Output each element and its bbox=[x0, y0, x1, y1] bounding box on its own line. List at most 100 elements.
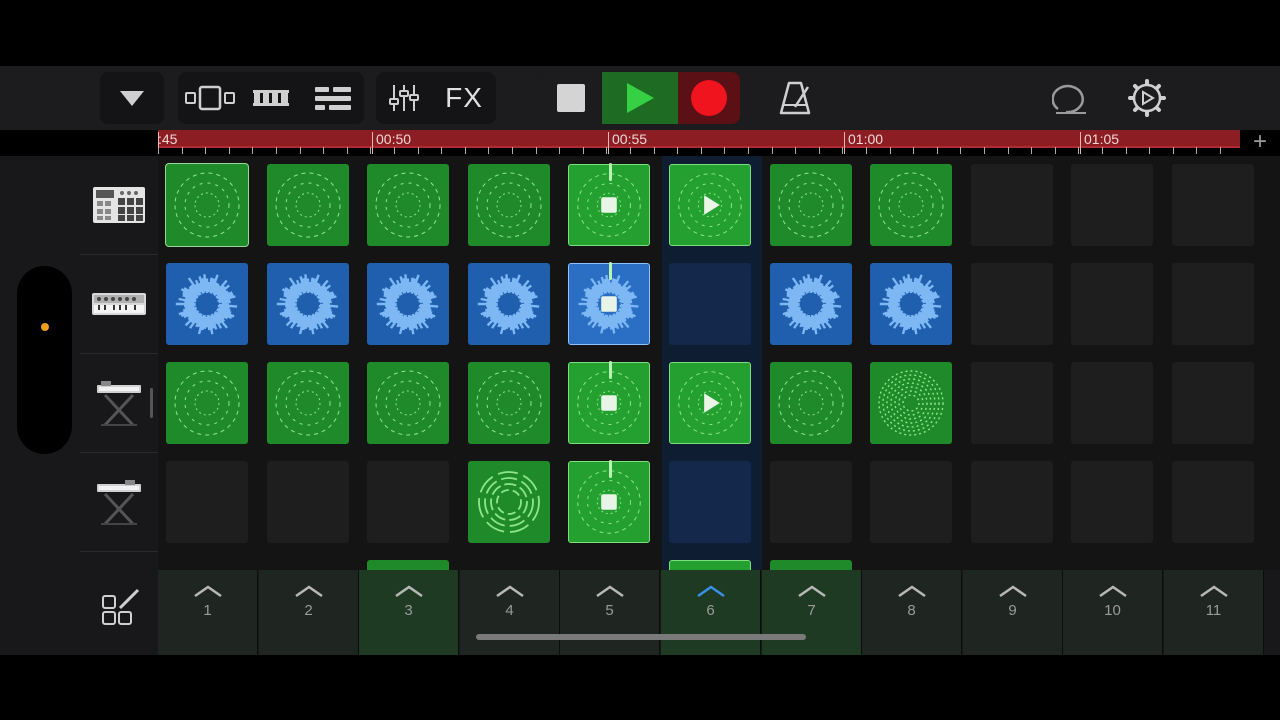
ruler-minor-tick bbox=[583, 147, 584, 154]
loop-cell[interactable] bbox=[870, 164, 952, 246]
empty-cell[interactable] bbox=[1172, 461, 1254, 543]
drum-machine-icon bbox=[93, 187, 145, 223]
empty-cell[interactable] bbox=[971, 461, 1053, 543]
ruler-major-tick bbox=[372, 132, 373, 154]
loop-cell[interactable] bbox=[568, 262, 650, 345]
record-button[interactable] bbox=[678, 72, 740, 124]
empty-cell[interactable] bbox=[1172, 263, 1254, 345]
pattern-visual bbox=[778, 172, 844, 238]
record-icon bbox=[691, 80, 727, 116]
empty-cell[interactable] bbox=[1172, 164, 1254, 246]
loop-cell[interactable] bbox=[468, 461, 550, 543]
stop-button[interactable] bbox=[540, 72, 602, 124]
loop-cell[interactable] bbox=[367, 263, 449, 345]
loop-cell[interactable] bbox=[267, 263, 349, 345]
empty-cell[interactable] bbox=[1071, 164, 1153, 246]
edit-button[interactable] bbox=[98, 586, 142, 630]
loop-cell[interactable] bbox=[267, 164, 349, 246]
empty-cell[interactable] bbox=[1071, 461, 1153, 543]
play-button[interactable] bbox=[602, 72, 678, 124]
ruler-minor-tick bbox=[229, 147, 230, 154]
loop-cell[interactable] bbox=[367, 362, 449, 444]
loop-cell[interactable] bbox=[468, 263, 550, 345]
add-section-button[interactable]: + bbox=[1250, 128, 1270, 156]
ruler-minor-tick bbox=[205, 147, 206, 154]
chevron-up-icon bbox=[294, 585, 323, 598]
empty-cell[interactable] bbox=[267, 461, 349, 543]
loop-cell[interactable] bbox=[770, 362, 852, 444]
column-trigger-2[interactable]: 2 bbox=[259, 570, 359, 655]
empty-cell[interactable] bbox=[1071, 362, 1153, 444]
empty-cell[interactable] bbox=[770, 461, 852, 543]
ruler-minor-tick bbox=[441, 147, 442, 154]
empty-cell[interactable] bbox=[1172, 362, 1254, 444]
loop-cell[interactable] bbox=[468, 164, 550, 246]
loop-browser-button[interactable] bbox=[1046, 72, 1096, 124]
column-trigger-bar: 1 2 3 4 5 6 7 8 9 10 11 bbox=[0, 570, 1280, 655]
browser-toggle-button[interactable] bbox=[100, 72, 164, 124]
column-trigger-3[interactable]: 3 bbox=[359, 570, 459, 655]
ruler-minor-tick bbox=[984, 147, 985, 154]
live-loops-view-button[interactable] bbox=[178, 72, 240, 124]
ruler-minor-tick bbox=[347, 147, 348, 154]
loop-cell[interactable] bbox=[669, 362, 751, 444]
ruler-minor-tick bbox=[795, 147, 796, 154]
loop-cell[interactable] bbox=[166, 164, 248, 246]
loop-cell[interactable] bbox=[267, 362, 349, 444]
column-trigger-7[interactable]: 7 bbox=[762, 570, 862, 655]
loop-cell[interactable] bbox=[870, 362, 952, 444]
chevron-up-icon bbox=[193, 585, 222, 598]
track-header-keyboard-2[interactable] bbox=[80, 453, 158, 552]
fx-button[interactable]: FX bbox=[432, 72, 496, 124]
chevron-up-icon bbox=[595, 585, 624, 598]
column-number: 5 bbox=[605, 602, 614, 619]
empty-cell[interactable] bbox=[669, 461, 751, 543]
track-header-keyboard[interactable] bbox=[80, 354, 158, 453]
tracks-view-button[interactable] bbox=[240, 72, 302, 124]
track-scroll-indicator bbox=[150, 388, 153, 418]
column-trigger-4[interactable]: 4 bbox=[460, 570, 560, 655]
column-trigger-10[interactable]: 10 bbox=[1063, 570, 1163, 655]
list-view-button[interactable] bbox=[302, 72, 364, 124]
timeline-ruler[interactable]: :45 00:50 00:55 01:00 01:05 bbox=[158, 130, 1240, 156]
loop-cell[interactable] bbox=[568, 460, 650, 543]
loop-cell[interactable] bbox=[568, 361, 650, 444]
track-header-drum-machine[interactable] bbox=[80, 156, 158, 255]
loop-cell[interactable] bbox=[870, 263, 952, 345]
ruler-minor-tick bbox=[394, 147, 395, 154]
column-trigger-5[interactable]: 5 bbox=[560, 570, 660, 655]
empty-cell[interactable] bbox=[669, 263, 751, 345]
empty-cell[interactable] bbox=[971, 263, 1053, 345]
loop-cell[interactable] bbox=[770, 263, 852, 345]
loop-cell[interactable] bbox=[367, 164, 449, 246]
empty-cell[interactable] bbox=[870, 461, 952, 543]
ruler-minor-tick bbox=[890, 147, 891, 154]
loop-cell[interactable] bbox=[166, 263, 248, 345]
column-trigger-1[interactable]: 1 bbox=[158, 570, 258, 655]
loop-cell[interactable] bbox=[166, 362, 248, 444]
column-trigger-9[interactable]: 9 bbox=[963, 570, 1063, 655]
track-header-synth[interactable] bbox=[80, 255, 158, 354]
loop-cell[interactable] bbox=[568, 163, 650, 246]
column-trigger-11[interactable]: 11 bbox=[1164, 570, 1264, 655]
loop-cell[interactable] bbox=[770, 164, 852, 246]
mixer-button[interactable] bbox=[376, 72, 432, 124]
loop-playhead bbox=[609, 361, 612, 379]
empty-cell[interactable] bbox=[367, 461, 449, 543]
column-trigger-6[interactable]: 6 bbox=[661, 570, 761, 655]
empty-cell[interactable] bbox=[971, 164, 1053, 246]
loop-cell[interactable] bbox=[669, 560, 751, 570]
empty-cell[interactable] bbox=[166, 461, 248, 543]
home-indicator bbox=[476, 634, 806, 640]
settings-button[interactable] bbox=[1122, 72, 1172, 124]
metronome-button[interactable] bbox=[770, 72, 820, 124]
pitch-slider[interactable] bbox=[17, 266, 72, 454]
empty-cell[interactable] bbox=[971, 362, 1053, 444]
loop-cell[interactable] bbox=[770, 560, 852, 570]
empty-cell[interactable] bbox=[1071, 263, 1153, 345]
loop-cell[interactable] bbox=[669, 164, 751, 246]
column-trigger-8[interactable]: 8 bbox=[862, 570, 962, 655]
loop-cell[interactable] bbox=[468, 362, 550, 444]
pattern-visual bbox=[478, 471, 540, 533]
loop-cell[interactable] bbox=[367, 560, 449, 570]
